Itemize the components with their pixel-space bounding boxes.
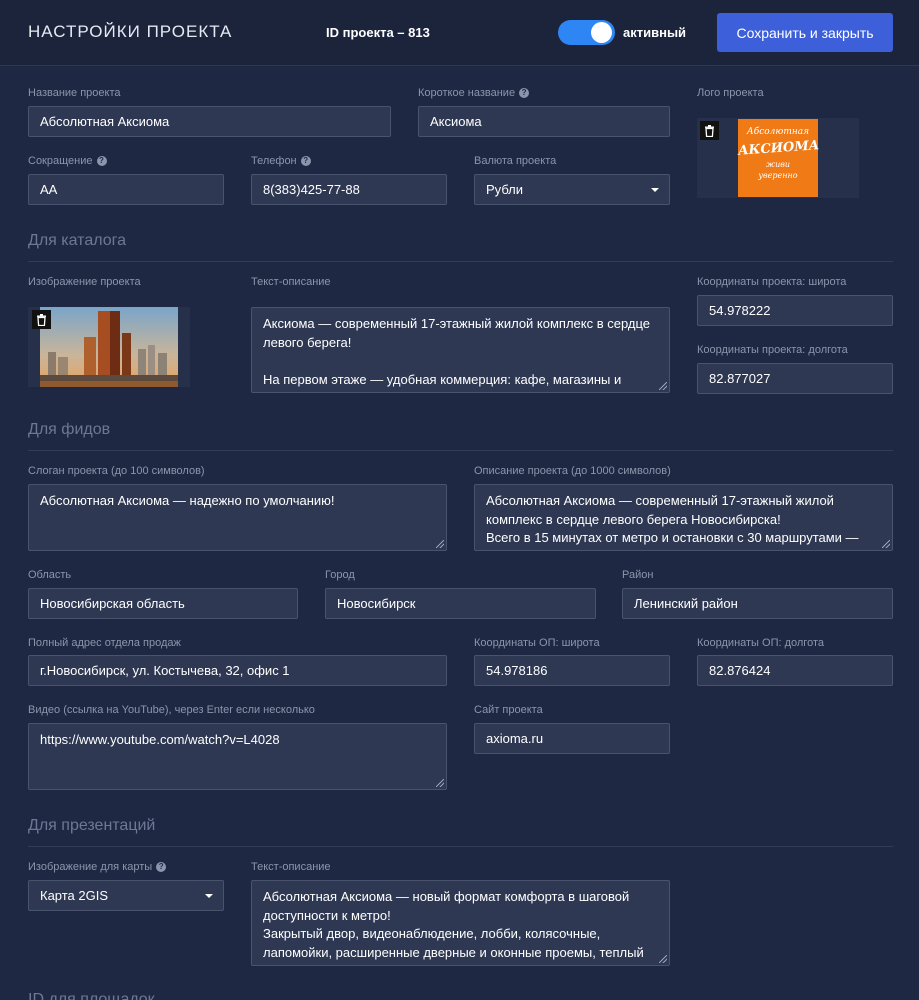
project-image-label: Изображение проекта (28, 276, 141, 288)
chevron-down-icon (651, 188, 659, 192)
city-label: Город (325, 569, 355, 581)
phone-label: Телефон? (251, 155, 311, 167)
help-icon[interactable]: ? (96, 156, 107, 166)
catalog-section-title: Для каталога (28, 232, 127, 249)
presentations-section-title: Для презентаций (28, 817, 156, 834)
region-input[interactable]: Новосибирская область (28, 588, 298, 619)
project-latitude-label: Координаты проекта: широта (697, 276, 847, 288)
resize-handle[interactable] (436, 779, 444, 787)
project-id: ID проекта – 813 (326, 25, 430, 40)
city-input[interactable]: Новосибирск (325, 588, 596, 619)
site-label: Сайт проекта (474, 704, 543, 716)
office-latitude-label: Координаты ОП: широта (474, 637, 600, 649)
logo-text-line: АКСИОМА (737, 138, 820, 159)
slogan-label: Слоган проекта (до 100 символов) (28, 465, 205, 477)
feeds-section-title: Для фидов (28, 421, 111, 438)
help-icon[interactable]: ? (519, 88, 530, 98)
trash-icon (37, 313, 46, 326)
short-name-label: Короткое название? (418, 87, 530, 99)
video-label: Видео (ссылка на YouTube), через Enter е… (28, 704, 315, 716)
resize-handle[interactable] (436, 540, 444, 548)
feed-description-label: Описание проекта (до 1000 символов) (474, 465, 671, 477)
phone-input[interactable]: 8(383)425-77-88 (251, 174, 447, 205)
feed-description-text: Абсолютная Аксиома — современный 17-этаж… (486, 493, 859, 545)
catalog-description-textarea[interactable]: Аксиома — современный 17-этажный жилой к… (251, 307, 670, 393)
site-input[interactable]: axioma.ru (474, 723, 670, 754)
help-icon[interactable]: ? (156, 862, 167, 872)
short-name-input[interactable]: Аксиома (418, 106, 670, 137)
logo-text-line: живи (765, 160, 791, 169)
district-label: Район (622, 569, 654, 581)
toggle-knob (591, 22, 612, 43)
presentation-description-textarea[interactable]: Абсолютная Аксиома — новый формат комфор… (251, 880, 670, 966)
address-input[interactable]: г.Новосибирск, ул. Костычева, 32, офис 1 (28, 655, 447, 686)
logo-text-line: Абсолютная (746, 127, 810, 137)
map-image-select[interactable]: Карта 2GIS (28, 880, 224, 911)
catalog-description-label: Текст-описание (251, 276, 331, 288)
video-textarea[interactable]: https://www.youtube.com/watch?v=L4028 (28, 723, 447, 790)
video-text: https://www.youtube.com/watch?v=L4028 (40, 732, 280, 747)
active-toggle-label: активный (623, 25, 687, 40)
section-divider (28, 846, 893, 847)
logo-label: Лого проекта (697, 87, 764, 99)
project-image-delete-button[interactable] (32, 310, 51, 329)
project-name-label: Название проекта (28, 87, 121, 99)
project-image-box (28, 307, 190, 387)
district-input[interactable]: Ленинский район (622, 588, 893, 619)
slogan-text: Абсолютная Аксиома — надежно по умолчани… (40, 493, 335, 508)
resize-handle[interactable] (882, 540, 890, 548)
office-latitude-input[interactable]: 54.978186 (474, 655, 670, 686)
section-divider (28, 450, 893, 451)
abbreviation-label: Сокращение? (28, 155, 107, 167)
section-divider (28, 261, 893, 262)
logo-image-box: Абсолютная АКСИОМА живи уверенно (697, 118, 859, 198)
logo-text-line: уверенно (758, 171, 798, 180)
region-label: Область (28, 569, 72, 581)
project-longitude-label: Координаты проекта: долгота (697, 344, 848, 356)
slogan-textarea[interactable]: Абсолютная Аксиома — надежно по умолчани… (28, 484, 447, 551)
map-image-select-value: Карта 2GIS (40, 888, 109, 903)
currency-label: Валюта проекта (474, 155, 557, 167)
resize-handle[interactable] (659, 955, 667, 963)
resize-handle[interactable] (659, 382, 667, 390)
header-bar: НАСТРОЙКИ ПРОЕКТА ID проекта – 813 актив… (0, 0, 919, 66)
project-longitude-input[interactable]: 82.877027 (697, 363, 893, 394)
project-name-input[interactable]: Абсолютная Аксиома (28, 106, 391, 137)
presentation-description-text: Абсолютная Аксиома — новый формат комфор… (263, 889, 644, 960)
office-longitude-label: Координаты ОП: долгота (697, 637, 824, 649)
map-image-label: Изображение для карты? (28, 861, 167, 873)
platform-ids-section-title: ID для площадок (28, 991, 155, 1000)
chevron-down-icon (205, 894, 213, 898)
project-latitude-input[interactable]: 54.978222 (697, 295, 893, 326)
presentation-description-label: Текст-описание (251, 861, 331, 873)
help-icon[interactable]: ? (300, 156, 311, 166)
currency-select-value: Рубли (486, 182, 524, 197)
logo-delete-button[interactable] (700, 121, 719, 140)
trash-icon (705, 124, 714, 137)
currency-select[interactable]: Рубли (474, 174, 670, 205)
project-image (40, 307, 178, 387)
active-toggle[interactable] (558, 20, 615, 45)
office-longitude-input[interactable]: 82.876424 (697, 655, 893, 686)
feed-description-textarea[interactable]: Абсолютная Аксиома — современный 17-этаж… (474, 484, 893, 551)
abbreviation-input[interactable]: АА (28, 174, 224, 205)
logo-image: Абсолютная АКСИОМА живи уверенно (737, 119, 820, 197)
address-label: Полный адрес отдела продаж (28, 637, 181, 649)
page-title: НАСТРОЙКИ ПРОЕКТА (28, 22, 233, 41)
save-and-close-button[interactable]: Сохранить и закрыть (717, 13, 893, 52)
catalog-description-text: Аксиома — современный 17-этажный жилой к… (263, 316, 651, 387)
